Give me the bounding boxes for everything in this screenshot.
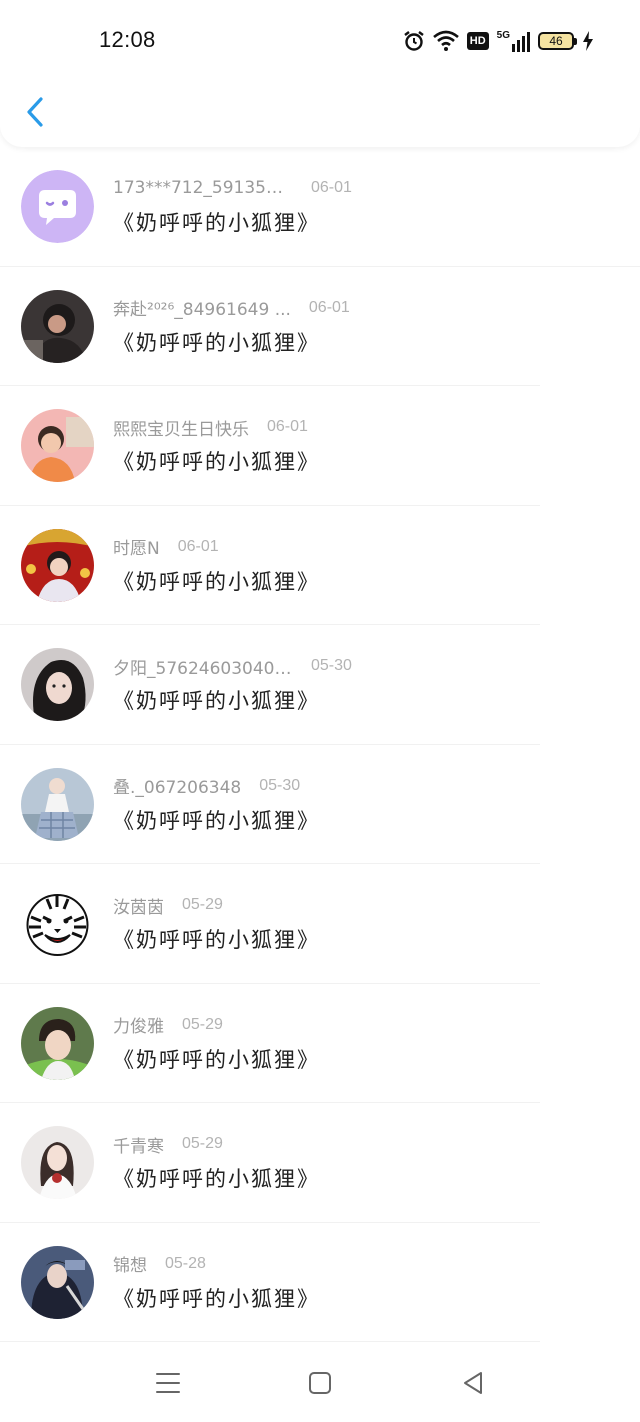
avatar[interactable]: [21, 648, 94, 721]
sender-name: 叠._067206348: [113, 778, 242, 798]
list-item[interactable]: 时愿N 06-01 《奶呼呼的小狐狸》: [0, 506, 640, 626]
signal-5g-icon: 5G: [497, 30, 530, 52]
message-date: 06-01: [311, 179, 352, 196]
user-photo-icon: [21, 1245, 94, 1319]
list-item[interactable]: 奔赴²⁰²⁶_84961649 ... 06-01 《奶呼呼的小狐狸》: [0, 267, 640, 387]
avatar[interactable]: [21, 170, 94, 243]
message-date: 05-29: [182, 1015, 223, 1033]
message-date: 06-01: [177, 537, 219, 555]
name-line: 汝茵茵 05-29: [113, 894, 223, 918]
user-photo-icon: [21, 289, 94, 363]
back-triangle-icon: [464, 1372, 482, 1394]
user-photo-icon: [21, 1006, 94, 1080]
name-line: 千青寒 05-29: [113, 1133, 223, 1157]
message-date: 06-01: [267, 418, 308, 435]
system-nav-bar: [0, 1342, 640, 1422]
message-text: 《奶呼呼的小狐狸》: [113, 928, 320, 952]
avatar[interactable]: [21, 1245, 94, 1319]
list-item[interactable]: 汝茵茵 05-29 《奶呼呼的小狐狸》: [0, 864, 640, 984]
sender-name: 173***712_591359 ...: [113, 178, 293, 198]
avatar[interactable]: [21, 1006, 94, 1080]
name-line: 173***712_591359 ... 06-01: [113, 177, 352, 199]
name-line: 锦想 05-28: [113, 1253, 206, 1277]
avatar[interactable]: [21, 1126, 94, 1199]
battery-indicator: 46: [538, 32, 577, 50]
list-item[interactable]: 夕阳_57624603040 ... 05-30 《奶呼呼的小狐狸》: [0, 625, 640, 745]
list-item[interactable]: 173***712_591359 ... 06-01 《奶呼呼的小狐狸》: [0, 147, 640, 267]
list-item[interactable]: 熙熙宝贝生日快乐 06-01 《奶呼呼的小狐狸》: [0, 386, 640, 506]
avatar[interactable]: [21, 887, 94, 960]
message-date: 05-29: [182, 1135, 223, 1152]
name-line: 奔赴²⁰²⁶_84961649 ... 06-01: [113, 297, 350, 321]
wifi-icon: [432, 30, 459, 51]
home-button[interactable]: [305, 1368, 335, 1398]
message-date: 05-30: [259, 776, 301, 794]
name-line: 熙熙宝贝生日快乐 06-01: [113, 416, 308, 440]
top-bar: 12:08 HD 5G 46: [0, 0, 640, 147]
chat-bubble-avatar-icon: [21, 170, 94, 243]
tiger-icon: [21, 887, 94, 960]
user-photo-icon: [21, 1126, 94, 1199]
alarm-icon: [404, 31, 424, 51]
message-date: 05-29: [182, 896, 223, 913]
list-item[interactable]: 力俊雅 05-29 《奶呼呼的小狐狸》: [0, 984, 640, 1104]
hd-badge: HD: [466, 32, 489, 50]
list-item[interactable]: 千青寒 05-29 《奶呼呼的小狐狸》: [0, 1103, 640, 1223]
user-photo-icon: [21, 648, 94, 721]
name-line: 力俊雅 05-29: [113, 1014, 223, 1038]
message-text: 《奶呼呼的小狐狸》: [113, 330, 320, 355]
network-label: 5G: [496, 30, 510, 41]
user-photo-icon: [21, 767, 94, 841]
chevron-left-icon: [27, 97, 43, 127]
message-text: 《奶呼呼的小狐狸》: [113, 808, 320, 833]
message-date: 05-30: [311, 657, 352, 674]
message-text: 《奶呼呼的小狐狸》: [113, 569, 320, 594]
status-icons: HD 5G 46: [403, 28, 594, 54]
status-bar: 12:08 HD 5G 46: [0, 0, 640, 82]
avatar[interactable]: [21, 528, 94, 602]
avatar[interactable]: [21, 767, 94, 841]
message-text: 《奶呼呼的小狐狸》: [113, 1167, 320, 1191]
status-time: 12:08: [99, 27, 156, 52]
list-item[interactable]: 叠._067206348 05-30 《奶呼呼的小狐狸》: [0, 745, 640, 865]
sender-name: 奔赴²⁰²⁶_84961649 ...: [113, 300, 291, 320]
name-line: 时愿N 06-01: [113, 536, 219, 560]
sender-name: 时愿N: [113, 539, 160, 559]
sender-name: 力俊雅: [113, 1017, 164, 1037]
message-text: 《奶呼呼的小狐狸》: [113, 689, 320, 713]
sender-name: 锦想: [113, 1256, 147, 1276]
user-photo-icon: [21, 409, 94, 482]
message-list: 173***712_591359 ... 06-01 《奶呼呼的小狐狸》 奔赴²…: [0, 147, 640, 1342]
charging-icon: [583, 31, 593, 51]
back-button[interactable]: [18, 92, 52, 132]
sender-name: 汝茵茵: [113, 897, 164, 918]
home-square-icon: [309, 1372, 331, 1394]
sender-name: 夕阳_57624603040 ...: [113, 658, 293, 679]
menu-button[interactable]: [153, 1368, 183, 1398]
list-item[interactable]: 锦想 05-28 《奶呼呼的小狐狸》: [0, 1223, 640, 1343]
message-text: 《奶呼呼的小狐狸》: [113, 450, 320, 474]
message-text: 《奶呼呼的小狐狸》: [113, 1286, 320, 1311]
name-line: 叠._067206348 05-30: [113, 775, 301, 799]
avatar[interactable]: [21, 409, 94, 482]
message-date: 06-01: [308, 298, 350, 316]
user-photo-icon: [21, 528, 94, 602]
message-date: 05-28: [165, 1254, 206, 1272]
sender-name: 熙熙宝贝生日快乐: [113, 419, 249, 440]
avatar[interactable]: [21, 289, 94, 363]
nav-back-button[interactable]: [458, 1368, 488, 1398]
battery-level: 46: [549, 34, 563, 48]
menu-icon: [156, 1373, 180, 1393]
message-text: 《奶呼呼的小狐狸》: [113, 211, 320, 235]
message-text: 《奶呼呼的小狐狸》: [113, 1047, 320, 1072]
name-line: 夕阳_57624603040 ... 05-30: [113, 655, 352, 679]
sender-name: 千青寒: [113, 1136, 164, 1157]
